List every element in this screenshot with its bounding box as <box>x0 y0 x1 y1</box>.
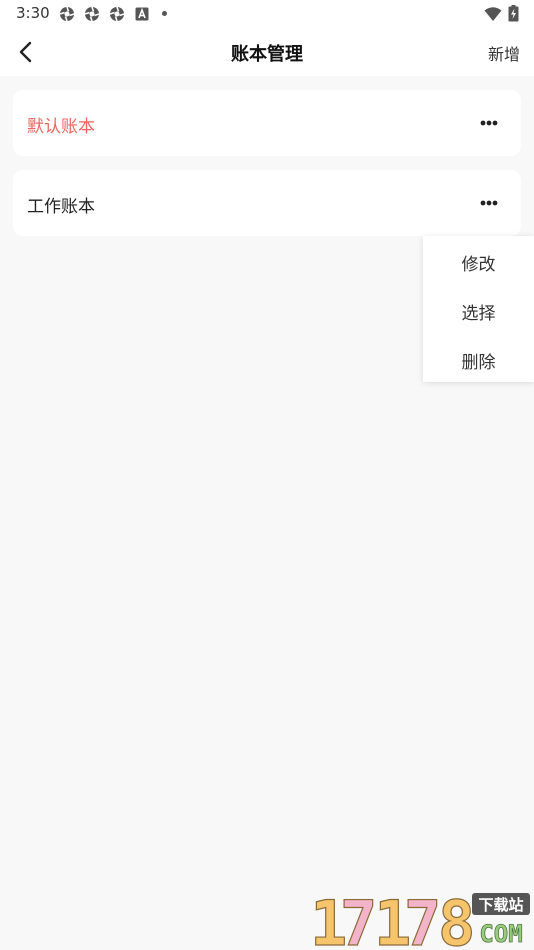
ledger-options-menu: 修改 选择 删除 <box>423 236 534 382</box>
aperture-icon <box>109 6 125 22</box>
font-a-icon <box>135 7 149 21</box>
status-bar: 3:30 <box>0 0 534 28</box>
aperture-icon <box>59 6 75 22</box>
more-options-button[interactable] <box>473 194 505 212</box>
menu-item-select[interactable]: 选择 <box>423 299 534 324</box>
add-ledger-button[interactable]: 新增 <box>488 41 520 65</box>
battery-charging-icon <box>508 5 519 22</box>
ledger-card-work[interactable]: 工作账本 <box>13 170 521 236</box>
menu-item-edit[interactable]: 修改 <box>423 250 534 275</box>
ellipsis-icon <box>480 120 498 126</box>
watermark-logo: 1 7 1 7 8 下载站 COM <box>310 889 530 947</box>
ellipsis-icon <box>480 200 498 206</box>
ledger-card-default[interactable]: 默认账本 <box>13 90 521 156</box>
svg-text:下载站: 下载站 <box>478 896 523 914</box>
status-time: 3:30 <box>16 4 50 22</box>
ledger-name: 工作账本 <box>27 197 95 217</box>
more-options-button[interactable] <box>473 114 505 132</box>
wifi-icon <box>484 7 502 21</box>
svg-text:7: 7 <box>340 889 377 947</box>
svg-text:8: 8 <box>438 889 475 947</box>
page-title: 账本管理 <box>231 44 303 65</box>
notification-dot-icon <box>162 11 167 16</box>
svg-text:7: 7 <box>404 889 441 947</box>
aperture-icon <box>84 6 100 22</box>
menu-item-delete[interactable]: 删除 <box>423 348 534 373</box>
ledger-name: 默认账本 <box>27 117 95 137</box>
app-header: 账本管理 新增 <box>0 28 534 76</box>
svg-text:COM: COM <box>479 920 522 947</box>
